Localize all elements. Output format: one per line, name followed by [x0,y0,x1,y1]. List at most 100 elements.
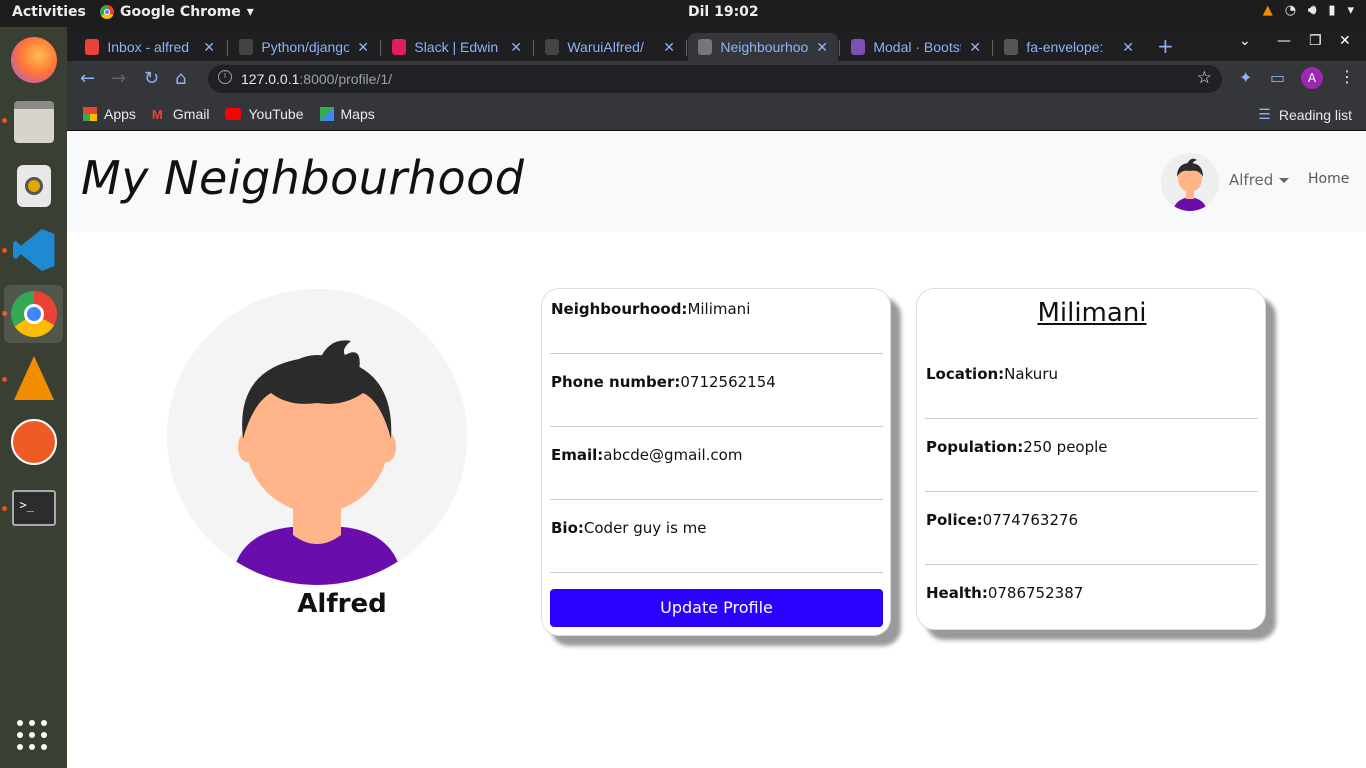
rhythmbox-launcher[interactable] [4,157,63,215]
terminal-icon: >_ [11,490,56,526]
bookmark-star-icon[interactable]: ☆ [1197,68,1212,88]
avatar-illustration-icon [167,289,467,585]
neighbourhood-title[interactable]: Milimani [917,298,1267,328]
maximize-button[interactable]: ❐ [1309,33,1322,49]
forward-button[interactable]: → [111,68,126,89]
flag-icon [1004,39,1019,55]
dock: >_ [0,27,67,768]
tab-title: Python/django [261,39,350,55]
bookmarks-bar: Apps M Gmail YouTube Maps ☰ Reading list [67,97,1366,131]
site-brand[interactable]: My Neighbourhood [81,151,524,205]
profile-picture [167,289,467,585]
browser-tab[interactable]: fa-envelope: ✕ [994,33,1144,61]
terminal-launcher[interactable]: >_ [4,479,63,537]
close-tab-icon[interactable]: ✕ [203,39,215,56]
url-host: 127.0.0.1 [241,71,300,87]
divider [550,572,883,573]
browser-tab[interactable]: Slack | Edwin ✕ [382,33,532,61]
vscode-icon [12,229,55,271]
field-label: Location: [926,365,1005,383]
github-icon [239,39,254,55]
new-tab-button[interactable]: + [1157,34,1174,58]
tab-separator [686,40,687,56]
tab-title: WaruiAlfred/ [567,39,644,55]
app-menu[interactable]: Google Chrome ▾ [100,4,254,20]
close-tab-icon[interactable]: ✕ [1122,39,1134,56]
close-tab-icon[interactable]: ✕ [663,39,675,56]
activities-button[interactable]: Activities [12,4,86,20]
field-value: Nakuru [1004,365,1058,383]
show-applications-icon[interactable] [17,720,47,750]
back-button[interactable]: ← [80,68,95,89]
tab-separator [227,40,228,56]
reload-button[interactable]: ↻ [144,68,159,89]
reading-list-icon: ☰ [1258,106,1271,122]
browser-tab[interactable]: Inbox - alfred ✕ [75,33,225,61]
firefox-launcher[interactable] [4,31,63,89]
hood-row-police: Police:0774763276 [926,511,1258,529]
field-label: Neighbourhood: [551,300,688,318]
gmail-icon: M [151,106,163,122]
site-info-icon[interactable]: i [218,70,232,84]
clock[interactable]: Dil 19:02 [688,4,759,20]
browser-tab[interactable]: Modal · Bootstrap ✕ [841,33,991,61]
vlc-tray-icon[interactable]: ▲ [1263,3,1273,18]
battery-icon: ▮ [1328,3,1336,18]
bookmark-youtube[interactable]: YouTube [225,106,304,122]
field-value: Coder guy is me [583,519,707,537]
update-profile-button[interactable]: Update Profile [550,589,883,627]
url-text[interactable]: 127.0.0.1:8000/profile/1/ [241,71,392,87]
vscode-launcher[interactable] [4,221,63,279]
system-top-bar: Activities Google Chrome ▾ Dil 19:02 ▲ ◔… [0,0,1366,27]
tab-search-icon[interactable]: ⌄ [1239,33,1251,49]
postman-icon [10,419,57,465]
extensions-icon[interactable]: ✦ [1239,68,1252,87]
chrome-launcher[interactable] [4,285,63,343]
speaker-icon [16,165,51,207]
browser-tab[interactable]: WaruiAlfred/ ✕ [535,33,685,61]
user-dropdown[interactable]: Alfred [1229,171,1290,189]
profile-avatar[interactable]: A [1301,67,1323,89]
divider [550,426,883,427]
close-tab-icon[interactable]: ✕ [510,39,522,56]
user-avatar[interactable] [1161,153,1219,211]
files-icon [13,101,54,143]
bookmark-maps[interactable]: Maps [319,106,375,122]
browser-tab[interactable]: Python/django ✕ [229,33,379,61]
field-label: Email: [551,446,604,464]
reading-list-button[interactable]: ☰ Reading list [1258,106,1352,123]
url-path: :8000/profile/1/ [299,71,393,87]
nav-home-link[interactable]: Home [1308,171,1349,187]
cast-icon[interactable]: ▭ [1270,68,1285,87]
system-tray[interactable]: ▲ ◔ 🔊︎ ▮ ▾ [1263,3,1354,18]
bookmark-gmail[interactable]: M Gmail [152,106,210,122]
field-value: 250 people [1023,438,1108,456]
close-tab-icon[interactable]: ✕ [816,39,828,56]
tab-separator [380,40,381,56]
user-dropdown-label: Alfred [1229,171,1274,189]
close-tab-icon[interactable]: ✕ [969,39,981,56]
divider [925,491,1258,492]
browser-tab[interactable]: Neighbourhood ✕ [688,33,838,61]
field-value: 0712562154 [680,373,776,391]
browser-window: Inbox - alfred ✕ Python/django ✕ Slack | Edw… [67,27,1366,131]
home-button[interactable]: ⌂ [175,68,186,89]
bookmark-apps[interactable]: Apps [83,106,136,122]
minimize-button[interactable]: — [1277,33,1291,49]
vlc-icon [13,356,54,400]
chevron-down-icon: ▾ [246,4,254,20]
neighbourhood-card: Milimani Location:Nakuru Population:250 … [916,288,1266,630]
divider [925,564,1258,565]
menu-kebab-icon[interactable]: ⋮ [1339,67,1355,86]
github-icon [545,39,560,55]
address-bar[interactable]: i 127.0.0.1:8000/profile/1/ ☆ [208,65,1222,93]
postman-launcher[interactable] [4,413,63,471]
hood-row-health: Health:0786752387 [926,584,1258,602]
vlc-launcher[interactable] [4,349,63,407]
chrome-icon [10,291,57,337]
field-value: abcde@gmail.com [603,446,743,464]
files-launcher[interactable] [4,93,63,151]
close-window-button[interactable]: ✕ [1339,33,1351,49]
close-tab-icon[interactable]: ✕ [357,39,369,56]
globe-icon [698,39,713,55]
